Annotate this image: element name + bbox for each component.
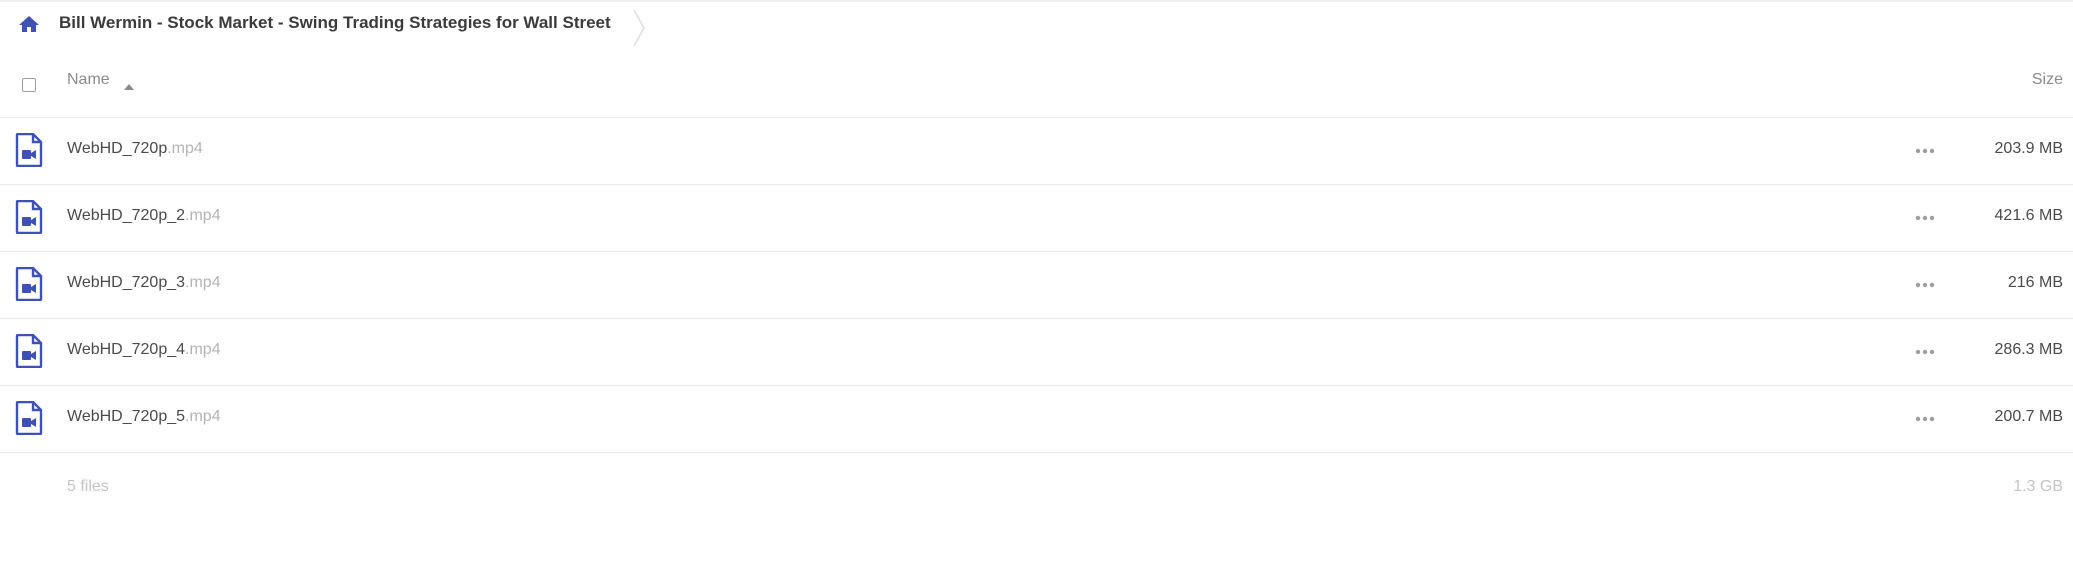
file-extension: .mp4 [185,274,221,291]
file-name: WebHD_720p_3.mp4 [67,274,221,292]
list-footer: 5 files 1.3 GB [0,470,2073,506]
video-file-icon [15,132,43,168]
sort-ascending-icon[interactable] [124,77,134,90]
more-options-icon[interactable] [1914,345,1936,359]
more-options-icon[interactable] [1914,278,1936,292]
file-basename: WebHD_720p_4 [67,341,186,358]
file-basename: WebHD_720p [67,140,168,157]
breadcrumb: Bill Wermin - Stock Market - Swing Tradi… [0,0,2073,50]
select-all-checkbox[interactable] [22,78,36,92]
file-name: WebHD_720p_5.mp4 [67,408,221,426]
file-count: 5 files [67,478,109,495]
breadcrumb-folder-title[interactable]: Bill Wermin - Stock Market - Swing Tradi… [59,13,611,33]
file-name: WebHD_720p_4.mp4 [67,341,221,359]
file-row[interactable]: WebHD_720p_3.mp4 216 MB [0,252,2073,319]
table-header: Name Size [0,50,2073,118]
file-name: WebHD_720p.mp4 [67,140,203,158]
more-options-icon[interactable] [1914,211,1936,225]
file-size: 421.6 MB [1994,207,2063,224]
file-size: 200.7 MB [1994,408,2063,425]
file-row[interactable]: WebHD_720p_5.mp4 200.7 MB [0,386,2073,453]
file-name: WebHD_720p_2.mp4 [67,207,221,225]
file-basename: WebHD_720p_3 [67,274,186,291]
file-size: 203.9 MB [1994,140,2063,157]
file-basename: WebHD_720p_2 [67,207,186,224]
video-file-icon [15,400,43,436]
home-icon[interactable] [18,14,40,34]
file-list: WebHD_720p.mp4 203.9 MB WebHD_720p_2.mp4… [0,118,2073,453]
more-options-icon[interactable] [1914,144,1936,158]
file-extension: .mp4 [185,408,221,425]
file-extension: .mp4 [185,207,221,224]
total-size: 1.3 GB [2013,478,2063,495]
video-file-icon [15,333,43,369]
file-row[interactable]: WebHD_720p.mp4 203.9 MB [0,118,2073,185]
breadcrumb-separator-icon [632,8,646,48]
video-file-icon [15,266,43,302]
file-size: 286.3 MB [1994,341,2063,358]
file-row[interactable]: WebHD_720p_4.mp4 286.3 MB [0,319,2073,386]
file-extension: .mp4 [167,140,203,157]
file-size: 216 MB [2007,274,2063,291]
file-row[interactable]: WebHD_720p_2.mp4 421.6 MB [0,185,2073,252]
size-column-header[interactable]: Size [2032,71,2063,89]
name-column-header[interactable]: Name [67,71,110,89]
more-options-icon[interactable] [1914,412,1936,426]
video-file-icon [15,199,43,235]
file-extension: .mp4 [185,341,221,358]
file-basename: WebHD_720p_5 [67,408,186,425]
